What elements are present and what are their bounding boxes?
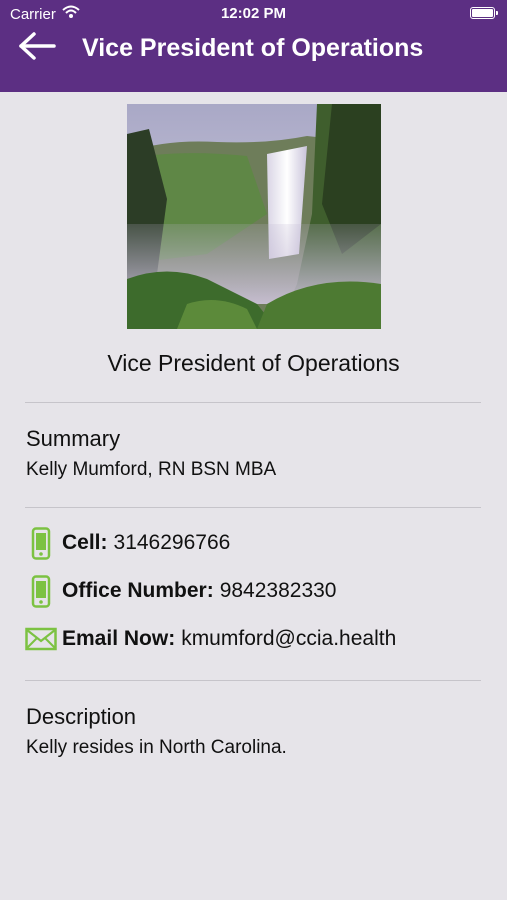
navigation-bar: Vice President of Operations xyxy=(0,28,507,92)
page-title: Vice President of Operations xyxy=(107,350,400,376)
office-phone-row[interactable]: Office Number: 9842382330 xyxy=(24,573,336,609)
divider xyxy=(25,402,481,403)
summary-text: Kelly Mumford, RN BSN MBA xyxy=(26,459,277,480)
envelope-icon xyxy=(24,621,57,657)
status-time: 12:02 PM xyxy=(220,5,287,22)
office-number-label: Office Number: xyxy=(62,579,214,602)
cell-value[interactable]: 3146296766 xyxy=(114,531,231,555)
cell-phone-row[interactable]: Cell: 3146296766 xyxy=(24,525,230,561)
battery-icon xyxy=(470,7,498,19)
email-row[interactable]: Email Now: kmumford@ccia.health xyxy=(24,621,396,657)
email-value[interactable]: kmumford@ccia.health xyxy=(181,627,396,651)
office-number-value[interactable]: 9842382330 xyxy=(220,579,337,603)
back-button[interactable] xyxy=(10,28,64,68)
cell-label: Cell: xyxy=(62,531,108,554)
phone-icon xyxy=(24,525,57,561)
description-text: Kelly resides in North Carolina. xyxy=(26,737,287,758)
status-bar: Carrier 12:02 PM xyxy=(0,0,507,28)
divider xyxy=(25,507,481,508)
waterfall-photo xyxy=(127,104,381,329)
app-header: Carrier 12:02 PM Vice President of Opera… xyxy=(0,0,507,92)
divider xyxy=(25,680,481,681)
summary-heading: Summary xyxy=(26,426,121,451)
arrow-left-icon xyxy=(17,31,57,66)
nav-title: Vice President of Operations xyxy=(82,34,424,62)
description-heading: Description xyxy=(26,704,137,729)
email-label: Email Now: xyxy=(62,627,176,650)
phone-icon xyxy=(24,573,57,609)
